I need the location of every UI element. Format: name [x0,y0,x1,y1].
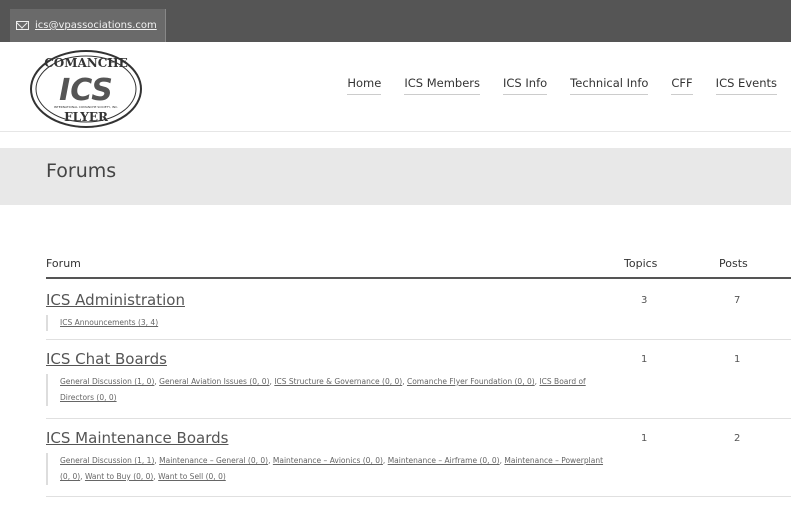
subforum-link[interactable]: ICS Announcements (3, 4) [60,318,158,327]
topics-count: 1 [641,433,648,444]
posts-count: 2 [734,433,741,444]
subforum-link[interactable]: Comanche Flyer Foundation (0, 0) [407,377,535,386]
logo-mark: ICS [59,73,113,108]
forum-table-header: Forum Topics Posts [46,257,791,279]
subforum-list: General Discussion (1, 0), General Aviat… [46,374,606,406]
posts-count: 7 [734,295,741,306]
logo-bottom-text: FLYER [64,110,109,124]
subforum-link[interactable]: Want to Buy (0, 0) [85,472,153,481]
subforum-link[interactable]: Maintenance – Avionics (0, 0) [273,456,383,465]
email-link[interactable]: ics@vpassociations.com [10,9,166,42]
forum-link[interactable]: ICS Chat Boards [46,350,167,368]
mail-icon [16,21,29,30]
forum-row: ICS Maintenance Boards General Discussio… [46,429,791,497]
main-nav: Home ICS Members ICS Info Technical Info… [324,76,777,95]
subforum-link[interactable]: Want to Sell (0, 0) [158,472,226,481]
posts-count: 1 [734,354,741,365]
topics-count: 1 [641,354,648,365]
subforum-link[interactable]: General Discussion (1, 1) [60,456,154,465]
subforum-link[interactable]: Maintenance – Airframe (0, 0) [388,456,500,465]
subforum-link[interactable]: ICS Structure & Governance (0, 0) [274,377,402,386]
nav-ics-info[interactable]: ICS Info [503,76,548,95]
page-title: Forums [46,160,117,182]
nav-ics-members[interactable]: ICS Members [404,76,481,95]
subforum-list: ICS Announcements (3, 4) [46,315,606,331]
nav-technical-info[interactable]: Technical Info [570,76,649,95]
site-header: COMANCHE ICS INTERNATIONAL COMANCHE SOCI… [0,42,791,132]
title-band: Forums [0,148,791,205]
logo-tiny-text: INTERNATIONAL COMANCHE SOCIETY, INC. [54,105,118,109]
subforum-link[interactable]: Maintenance – General (0, 0) [159,456,268,465]
subforum-link[interactable]: General Discussion (1, 0) [60,377,154,386]
logo-top-text: COMANCHE [44,56,128,70]
forum-row: ICS Chat Boards General Discussion (1, 0… [46,350,791,419]
comanche-flyer-logo[interactable]: COMANCHE ICS INTERNATIONAL COMANCHE SOCI… [28,48,144,130]
header-topics: Topics [624,257,658,270]
header-forum: Forum [46,257,81,270]
subforum-link[interactable]: General Aviation Issues (0, 0) [159,377,269,386]
forum-link[interactable]: ICS Maintenance Boards [46,429,228,447]
subforum-list: General Discussion (1, 1), Maintenance –… [46,453,606,485]
topics-count: 3 [641,295,648,306]
header-posts: Posts [719,257,748,270]
email-text[interactable]: ics@vpassociations.com [35,20,157,31]
forum-link[interactable]: ICS Administration [46,291,185,309]
forum-row: ICS Administration ICS Announcements (3,… [46,291,791,340]
nav-cff[interactable]: CFF [671,76,693,95]
top-bar: ics@vpassociations.com [0,0,791,42]
nav-ics-events[interactable]: ICS Events [715,76,777,95]
nav-home[interactable]: Home [347,76,382,95]
